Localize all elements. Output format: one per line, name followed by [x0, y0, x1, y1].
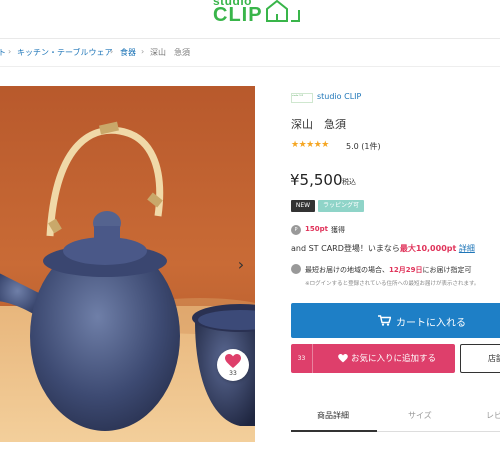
heart-icon	[338, 354, 348, 363]
breadcrumb-item-current: 深山 急須	[150, 48, 190, 57]
teapot-photo	[0, 86, 255, 442]
shop-button[interactable]: 店舗	[460, 344, 500, 373]
favorite-button-count: 33	[291, 344, 313, 373]
shop-name[interactable]: studio CLIP	[317, 92, 361, 101]
site-logo[interactable]: studio CLIP	[205, 0, 305, 30]
price-tax-label: 税込	[342, 178, 356, 186]
wrapping-badge: ラッピング可	[318, 200, 364, 212]
breadcrumb-separator: ›	[8, 47, 12, 56]
breadcrumb-item-top[interactable]: ト	[0, 47, 6, 58]
product-tabs: 商品詳細 サイズ レビュー	[291, 402, 500, 432]
card-promo-text: and ST CARD登場！いまなら	[291, 244, 400, 253]
add-to-cart-label: カートに入れる	[396, 318, 466, 329]
image-favorite-button[interactable]: 33	[217, 349, 249, 381]
login-note: ※ログインすると登録されている住所への最短お届けが表示されます。	[305, 281, 480, 287]
delivery-text: 最短お届けの地域の場合、12月29日にお届け指定可	[305, 266, 472, 274]
tab-details[interactable]: 商品詳細	[317, 410, 349, 421]
next-image-button[interactable]: ›	[234, 256, 248, 274]
tab-size[interactable]: サイズ	[408, 410, 432, 421]
shop-button-label: 店舗	[488, 354, 500, 363]
product-image[interactable]	[0, 86, 255, 442]
points-icon: P	[291, 225, 301, 235]
add-to-cart-button[interactable]: カートに入れる	[291, 303, 500, 338]
breadcrumb-divider	[0, 66, 500, 67]
heart-icon	[225, 354, 241, 368]
tab-reviews[interactable]: レビュー	[486, 410, 500, 421]
favorite-count: 33	[229, 370, 237, 377]
rating-score: 5.0 (1件)	[346, 142, 381, 151]
add-to-favorites-button[interactable]: 33 お気に入りに追加する	[291, 344, 455, 373]
add-to-favorites-label: お気に入りに追加する	[351, 354, 437, 364]
points-label: 獲得	[331, 226, 345, 234]
breadcrumb-separator: ›	[110, 47, 114, 56]
truck-icon	[291, 264, 301, 274]
header-divider	[0, 38, 500, 39]
active-tab-indicator	[291, 430, 377, 432]
card-promo: and ST CARD登場！いまなら最大10,000pt 詳細	[291, 243, 475, 255]
card-promo-detail-link[interactable]: 詳細	[459, 244, 475, 253]
breadcrumb-item-kitchen[interactable]: キッチン・テーブルウェア	[17, 47, 113, 58]
rating-stars-icon: ★★★★★	[291, 140, 329, 150]
cart-icon	[378, 315, 391, 326]
product-price: ¥5,500	[290, 171, 343, 189]
delivery-date: 12月29日	[389, 266, 423, 274]
breadcrumb: ト › キッチン・テーブルウェア › 食器 › 深山 急須	[0, 44, 500, 62]
card-promo-highlight: 最大10,000pt	[399, 244, 457, 253]
logo-line2: CLIP	[213, 4, 263, 26]
shop-logo: studio CLIP	[291, 93, 313, 103]
breadcrumb-separator: ›	[141, 47, 145, 56]
breadcrumb-item-tableware[interactable]: 食器	[120, 47, 136, 58]
house-logo-icon	[266, 0, 300, 22]
new-badge: NEW	[291, 200, 315, 212]
points-value: 150pt	[305, 225, 328, 233]
product-title: 深山 急須	[291, 118, 346, 131]
chevron-right-icon: ›	[237, 255, 245, 274]
